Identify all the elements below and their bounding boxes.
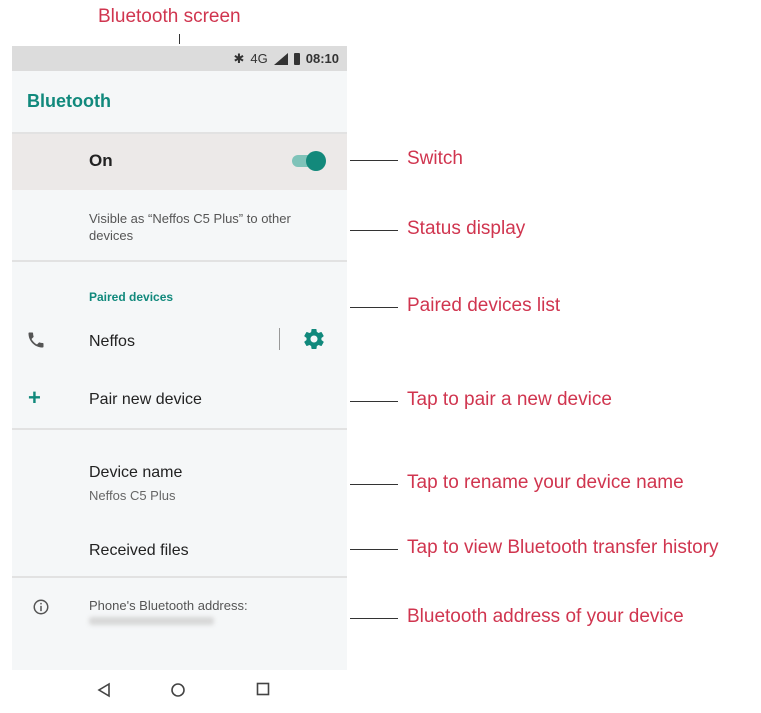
callout-pair-new: Tap to pair a new device <box>407 389 612 410</box>
device-name-value: Neffos C5 Plus <box>89 488 176 503</box>
callout-rename: Tap to rename your device name <box>407 472 684 493</box>
recents-icon[interactable] <box>256 682 270 696</box>
nav-bar <box>12 670 347 713</box>
status-display: Visible as “Neffos C5 Plus” to other dev… <box>89 211 291 243</box>
paired-devices-header: Paired devices <box>89 290 174 304</box>
bluetooth-toggle[interactable] <box>292 151 326 171</box>
bt-address-label: Phone's Bluetooth address: <box>89 598 248 613</box>
divider <box>12 428 347 430</box>
clock: 08:10 <box>305 51 339 66</box>
phone-icon <box>28 332 44 348</box>
separator <box>279 328 280 350</box>
callout-paired: Paired devices list <box>407 295 561 316</box>
bluetooth-icon: ✱ <box>233 50 245 66</box>
pair-new-device-label: Pair new device <box>89 391 202 408</box>
callout-line-history <box>350 549 398 550</box>
callout-status: Status display <box>407 218 526 239</box>
bt-address-value-blurred <box>89 617 214 625</box>
app-bar: Bluetooth <box>12 71 347 134</box>
phone-screen: ✱ 4G 08:10 Bluetooth On Visible as “Neff… <box>12 46 347 713</box>
gear-icon[interactable] <box>302 327 326 351</box>
back-icon[interactable] <box>97 682 111 698</box>
callout-line-paired <box>350 307 398 308</box>
callout-line-pair-new <box>350 401 398 402</box>
paired-device-item[interactable]: Neffos <box>12 324 347 362</box>
divider <box>12 576 347 578</box>
bluetooth-switch-row[interactable]: On <box>12 134 347 190</box>
callout-line-rename <box>350 484 398 485</box>
plus-icon: + <box>28 385 41 410</box>
page-title: Bluetooth <box>27 91 111 111</box>
callout-line-status <box>350 230 398 231</box>
info-icon <box>33 599 49 615</box>
device-name-neffos: Neffos <box>89 333 135 350</box>
callout-line-address <box>350 618 398 619</box>
received-files-item[interactable]: Received files <box>89 542 189 560</box>
callout-address: Bluetooth address of your device <box>407 606 684 627</box>
battery-icon <box>293 52 300 65</box>
network-type: 4G <box>250 51 268 66</box>
title-pointer <box>179 34 180 44</box>
home-icon[interactable] <box>170 682 186 698</box>
callout-line-switch <box>350 160 398 161</box>
callout-history: Tap to view Bluetooth transfer history <box>407 537 719 558</box>
device-name-title[interactable]: Device name <box>89 464 182 482</box>
divider <box>12 260 347 262</box>
switch-label: On <box>89 151 113 170</box>
callout-switch: Switch <box>407 148 463 169</box>
pair-new-device-row[interactable]: + Pair new device <box>12 385 347 415</box>
signal-icon <box>273 52 288 65</box>
toggle-thumb <box>306 151 326 171</box>
status-bar: ✱ 4G 08:10 <box>12 46 347 71</box>
figure-title: Bluetooth screen <box>98 6 241 27</box>
